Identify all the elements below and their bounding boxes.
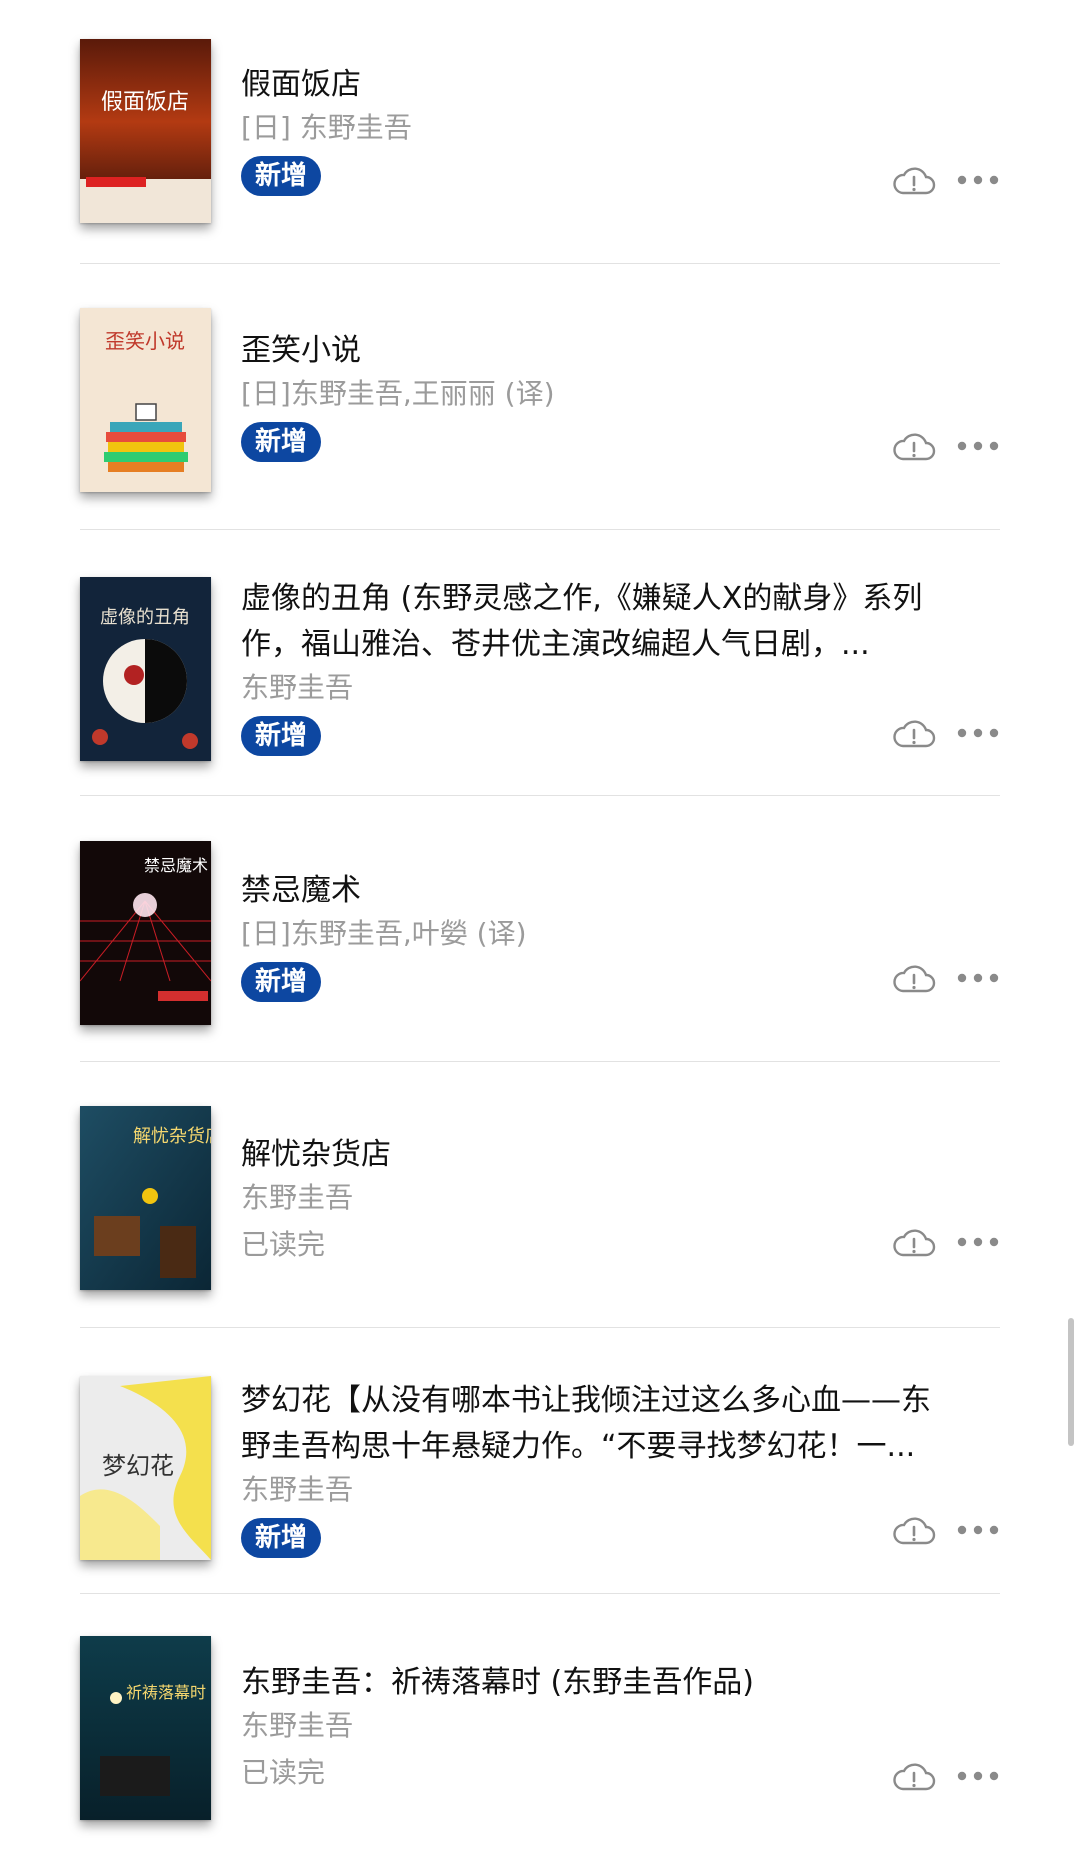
cloud-alert-icon[interactable] <box>892 1761 936 1791</box>
divider <box>80 1593 1000 1594</box>
status-badge: 新增 <box>241 716 322 756</box>
status-badge: 新增 <box>241 1518 322 1558</box>
more-dots-icon[interactable] <box>956 174 1000 186</box>
divider <box>80 529 1000 530</box>
status-text: 已读完 <box>241 1228 326 1261</box>
book-item[interactable]: 虚像的丑角 虚像的丑角 (东野灵感之作,《嫌疑人X的献身》系列作，福山雅治、苍井… <box>80 532 1000 798</box>
cloud-alert-icon[interactable] <box>892 1515 936 1545</box>
cover-title: 祈祷落幕时 <box>126 1683 206 1702</box>
book-author: 东野圭吾 <box>241 1181 354 1214</box>
divider <box>80 1061 1000 1062</box>
cloud-alert-icon[interactable] <box>892 1227 936 1257</box>
book-author: [日]东野圭吾,王丽丽 (译) <box>241 377 555 410</box>
status-text: 已读完 <box>241 1756 326 1789</box>
status-badge: 新增 <box>241 962 322 1002</box>
more-dots-icon[interactable] <box>956 972 1000 984</box>
status-badge: 新增 <box>241 156 322 196</box>
book-cover[interactable]: 虚像的丑角 <box>80 577 211 761</box>
book-item[interactable]: 歪笑小说 歪笑小说 [日]东野圭吾,王丽丽 (译) 新增 <box>80 266 1000 532</box>
book-item[interactable]: 梦幻花 梦幻花【从没有哪本书让我倾注过这么多心血——东野圭吾构思十年悬疑力作。“… <box>80 1330 1000 1596</box>
divider <box>80 1327 1000 1328</box>
more-dots-icon[interactable] <box>956 440 1000 452</box>
cloud-alert-icon[interactable] <box>892 165 936 195</box>
scrollbar[interactable] <box>1068 1318 1074 1446</box>
book-title: 虚像的丑角 (东野灵感之作,《嫌疑人X的献身》系列作，福山雅治、苍井优主演改编超… <box>241 581 923 662</box>
book-author: 东野圭吾 <box>241 1473 354 1506</box>
book-cover[interactable]: 祈祷落幕时 <box>80 1636 211 1820</box>
cloud-alert-icon[interactable] <box>892 431 936 461</box>
cover-title: 歪笑小说 <box>105 329 185 353</box>
book-author: 东野圭吾 <box>241 1709 354 1742</box>
cloud-alert-icon[interactable] <box>892 963 936 993</box>
book-title: 梦幻花【从没有哪本书让我倾注过这么多心血——东野圭吾构思十年悬疑力作。“不要寻找… <box>241 1383 931 1464</box>
cover-title: 禁忌魔术 <box>144 856 208 875</box>
book-cover[interactable]: 歪笑小说 <box>80 308 211 492</box>
cover-title: 解忧杂货店 <box>133 1126 211 1147</box>
divider <box>80 795 1000 796</box>
book-title: 东野圭吾：祈祷落幕时 (东野圭吾作品) <box>241 1665 754 1700</box>
book-item[interactable]: 禁忌魔术 禁忌魔术 [日]东野圭吾,叶嫈 (译) 新增 <box>80 798 1000 1064</box>
cover-title: 虚像的丑角 <box>100 607 190 628</box>
book-author: 东野圭吾 <box>241 671 354 704</box>
book-author: [日] 东野圭吾 <box>241 111 412 144</box>
book-title: 歪笑小说 <box>241 333 361 368</box>
book-cover[interactable]: 解忧杂货店 <box>80 1106 211 1290</box>
status-badge: 新增 <box>241 422 322 462</box>
book-cover[interactable]: 禁忌魔术 <box>80 841 211 1025</box>
book-title: 解忧杂货店 <box>241 1137 391 1172</box>
book-item[interactable]: 祈祷落幕时 东野圭吾：祈祷落幕时 (东野圭吾作品) 东野圭吾 已读完 <box>80 1596 1000 1862</box>
book-title: 禁忌魔术 <box>241 873 361 908</box>
cover-title: 假面饭店 <box>101 90 189 115</box>
more-dots-icon[interactable] <box>956 1236 1000 1248</box>
cloud-alert-icon[interactable] <box>892 718 936 748</box>
book-item[interactable]: 假面饭店 假面饭店 [日] 东野圭吾 新增 <box>80 0 1000 266</box>
more-dots-icon[interactable] <box>956 727 1000 739</box>
more-dots-icon[interactable] <box>956 1770 1000 1782</box>
book-author: [日]东野圭吾,叶嫈 (译) <box>241 917 527 950</box>
book-item[interactable]: 解忧杂货店 解忧杂货店 东野圭吾 已读完 <box>80 1064 1000 1330</box>
book-title: 假面饭店 <box>241 67 361 102</box>
divider <box>80 263 1000 264</box>
book-cover[interactable]: 假面饭店 <box>80 39 211 223</box>
cover-title: 梦幻花 <box>102 1452 174 1480</box>
more-dots-icon[interactable] <box>956 1524 1000 1536</box>
book-cover[interactable]: 梦幻花 <box>80 1376 211 1560</box>
